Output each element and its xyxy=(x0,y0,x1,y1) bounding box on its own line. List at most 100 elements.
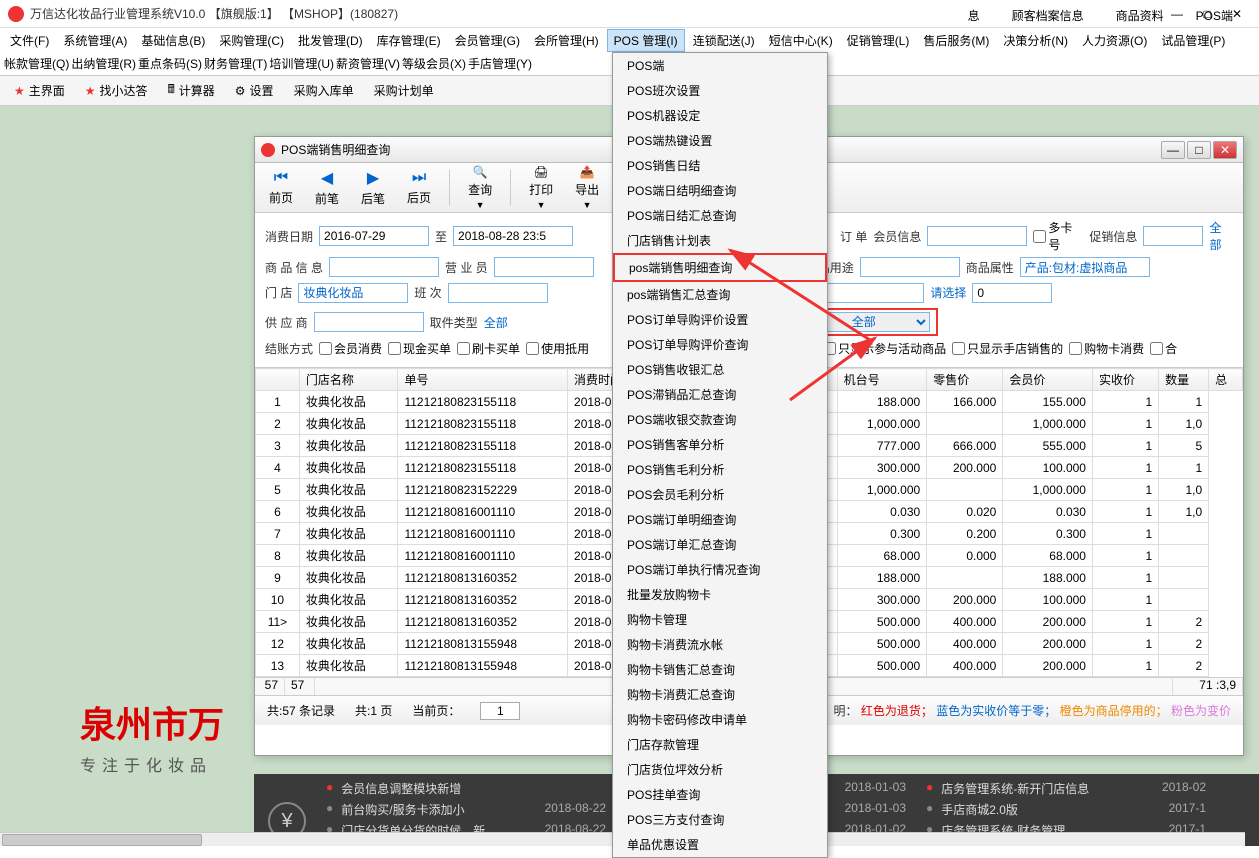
use-input[interactable] xyxy=(860,257,960,277)
dropdown-item[interactable]: 购物卡管理 xyxy=(613,607,827,632)
news-item[interactable]: ●店务管理系统-新开门店信息2018-02 xyxy=(926,780,1206,797)
menu-item[interactable]: 出纳管理(R) xyxy=(71,55,136,72)
supplier-input[interactable] xyxy=(314,312,424,332)
grid-header[interactable] xyxy=(256,369,300,391)
date-from-input[interactable] xyxy=(319,226,429,246)
dropdown-item[interactable]: POS销售收银汇总 xyxy=(613,357,827,382)
chk-store-only[interactable]: 只显示手店销售的 xyxy=(952,340,1063,357)
dropdown-item[interactable]: POS订单导购评价设置 xyxy=(613,307,827,332)
dropdown-item[interactable]: 购物卡密码修改申请单 xyxy=(613,707,827,732)
menu-item[interactable]: 连锁配送(J) xyxy=(687,30,761,51)
dropdown-item[interactable]: POS端订单汇总查询 xyxy=(613,532,827,557)
plan-button[interactable]: 采购计划单 xyxy=(368,80,440,101)
print-button[interactable]: 🖨打印▼ xyxy=(525,163,557,212)
news-item[interactable]: ●前台购买/服务卡添加小2018-08-22 xyxy=(326,801,606,818)
settings-button[interactable]: ⚙设置 xyxy=(229,80,280,101)
dropdown-item[interactable]: POS端热键设置 xyxy=(613,128,827,153)
doc-tab[interactable]: 息 xyxy=(962,5,986,26)
dropdown-item[interactable]: POS销售日结 xyxy=(613,153,827,178)
menu-item[interactable]: 试品管理(P) xyxy=(1155,30,1231,51)
first-page-button[interactable]: ⏮前页 xyxy=(265,167,297,208)
menu-item[interactable]: 会所管理(H) xyxy=(528,30,605,51)
grid-header[interactable]: 零售价 xyxy=(927,369,1003,391)
doc-tab[interactable]: 商品资料 xyxy=(1110,5,1170,26)
doc-tab[interactable]: POS端 xyxy=(1190,5,1239,26)
chk-coupon[interactable]: 使用抵用 xyxy=(526,340,589,357)
chk-cash[interactable]: 现金买单 xyxy=(388,340,451,357)
menu-item[interactable]: 人力资源(O) xyxy=(1076,30,1153,51)
news-item[interactable]: ●会员信息调整模块新增 xyxy=(326,780,606,797)
inner-close-button[interactable]: ✕ xyxy=(1213,141,1237,159)
menu-item[interactable]: 售后服务(M) xyxy=(917,30,995,51)
grid-header[interactable]: 门店名称 xyxy=(299,369,398,391)
doc-tab[interactable]: 顾客档案信息 xyxy=(1006,5,1090,26)
chk-giftcard[interactable]: 购物卡消费 xyxy=(1069,340,1144,357)
date-to-input[interactable] xyxy=(453,226,573,246)
menu-item[interactable]: 培训管理(U) xyxy=(269,55,334,72)
home-button[interactable]: ★主界面 xyxy=(8,80,71,101)
menu-item[interactable]: 薪资管理(V) xyxy=(336,55,400,72)
menu-item[interactable]: 促销管理(L) xyxy=(841,30,916,51)
grid-header[interactable]: 数量 xyxy=(1159,369,1209,391)
dropdown-item[interactable]: POS销售毛利分析 xyxy=(613,457,827,482)
news-item[interactable]: ●手店商城2.0版2017-1 xyxy=(926,801,1206,818)
inner-maximize-button[interactable]: □ xyxy=(1187,141,1211,159)
dropdown-item[interactable]: POS端订单执行情况查询 xyxy=(613,557,827,582)
product-input[interactable] xyxy=(329,257,439,277)
query-button[interactable]: 🔍查询▼ xyxy=(464,163,496,212)
dropdown-item[interactable]: POS端订单明细查询 xyxy=(613,507,827,532)
dropdown-item[interactable]: 购物卡销售汇总查询 xyxy=(613,657,827,682)
choose-link[interactable]: 请选择 xyxy=(930,284,966,301)
stockin-button[interactable]: 采购入库单 xyxy=(288,80,360,101)
next-button[interactable]: ▶后笔 xyxy=(357,166,389,209)
multicard-checkbox[interactable]: 多卡号 xyxy=(1033,219,1083,253)
inner-minimize-button[interactable]: — xyxy=(1161,141,1185,159)
dropdown-item[interactable]: POS端 xyxy=(613,53,827,78)
chk-promo-only[interactable]: 只显示参与活动商品 xyxy=(823,340,946,357)
dropdown-item[interactable]: pos端销售明细查询 xyxy=(613,253,827,282)
dropdown-item[interactable]: 门店销售计划表 xyxy=(613,228,827,253)
pick-all-link[interactable]: 全部 xyxy=(484,314,508,331)
menu-item[interactable]: 重点条码(S) xyxy=(138,55,202,72)
grid-header[interactable]: 总 xyxy=(1209,369,1243,391)
dropdown-item[interactable]: POS会员毛利分析 xyxy=(613,482,827,507)
dropdown-item[interactable]: 门店货位坪效分析 xyxy=(613,757,827,782)
menu-item[interactable]: 等级会员(X) xyxy=(402,55,466,72)
prev-button[interactable]: ◀前笔 xyxy=(311,166,343,209)
chk-card[interactable]: 刷卡买单 xyxy=(457,340,520,357)
dropdown-item[interactable]: POS班次设置 xyxy=(613,78,827,103)
menu-item[interactable]: 文件(F) xyxy=(4,30,55,51)
dropdown-item[interactable]: POS机器设定 xyxy=(613,103,827,128)
menu-item[interactable]: 决策分析(N) xyxy=(997,30,1074,51)
menu-item[interactable]: POS 管理(I) xyxy=(607,29,685,52)
menu-item[interactable]: 基础信息(B) xyxy=(135,30,211,51)
chk-merge[interactable]: 合 xyxy=(1150,340,1177,357)
filter-all-link[interactable]: 全部 xyxy=(1209,219,1233,253)
staff-input[interactable] xyxy=(494,257,594,277)
menu-item[interactable]: 手店管理(Y) xyxy=(468,55,532,72)
dropdown-item[interactable]: POS销售客单分析 xyxy=(613,432,827,457)
member-input[interactable] xyxy=(927,226,1027,246)
dropdown-item[interactable]: 批量发放购物卡 xyxy=(613,582,827,607)
promo-input[interactable] xyxy=(1143,226,1203,246)
calc-button[interactable]: 🖩计算器 xyxy=(162,78,221,103)
zero-input[interactable] xyxy=(972,283,1052,303)
export-button[interactable]: 📤导出▼ xyxy=(571,163,603,212)
dropdown-item[interactable]: 单品优惠设置 xyxy=(613,832,827,857)
dropdown-item[interactable]: 门店存款管理 xyxy=(613,732,827,757)
menu-item[interactable]: 短信中心(K) xyxy=(763,30,839,51)
last-page-button[interactable]: ⏭后页 xyxy=(403,167,435,208)
dropdown-item[interactable]: POS端日结汇总查询 xyxy=(613,203,827,228)
store-input[interactable] xyxy=(298,283,408,303)
menu-item[interactable]: 库存管理(E) xyxy=(371,30,447,51)
dropdown-item[interactable]: POS端收银交款查询 xyxy=(613,407,827,432)
dropdown-item[interactable]: POS订单导购评价查询 xyxy=(613,332,827,357)
dropdown-item[interactable]: pos端销售汇总查询 xyxy=(613,282,827,307)
grid-header[interactable]: 实收价 xyxy=(1092,369,1158,391)
dropdown-item[interactable]: POS滞销品汇总查询 xyxy=(613,382,827,407)
grid-header[interactable]: 机台号 xyxy=(837,369,927,391)
current-page-input[interactable] xyxy=(480,702,520,720)
menu-item[interactable]: 采购管理(C) xyxy=(213,30,290,51)
menu-item[interactable]: 财务管理(T) xyxy=(204,55,267,72)
grid-header[interactable]: 单号 xyxy=(398,369,568,391)
